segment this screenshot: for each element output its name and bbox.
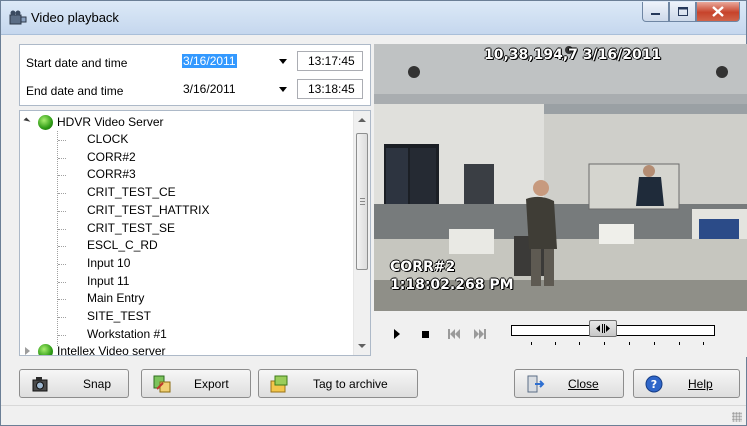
archive-tag-icon <box>270 375 288 393</box>
export-button[interactable]: Export <box>141 369 251 398</box>
slider-tick <box>703 342 704 345</box>
slider-tick <box>555 342 556 345</box>
close-icon <box>712 6 724 17</box>
snap-button[interactable]: Snap <box>19 369 129 398</box>
start-date-value: 3/16/2011 <box>182 54 237 68</box>
start-label: Start date and time <box>26 56 128 70</box>
video-camera-name: CORR#2 <box>390 259 456 275</box>
close-label: Close <box>568 377 599 391</box>
slider-tick <box>531 342 532 345</box>
start-date-picker[interactable]: 3/16/2011 <box>180 51 290 71</box>
slider-tick <box>604 342 605 345</box>
tree-item-label: Workstation #1 <box>87 326 167 341</box>
exit-door-icon <box>527 375 545 393</box>
tree-connector-branch <box>58 281 66 283</box>
tree-item-label: CRIT_TEST_HATTRIX <box>87 202 210 217</box>
chevron-down-icon[interactable] <box>279 87 287 92</box>
chevron-down-icon[interactable] <box>279 59 287 64</box>
slider-tick <box>629 342 630 345</box>
window-title: Video playback <box>31 10 119 25</box>
title-bar[interactable]: Video playback <box>1 1 746 35</box>
tree-connector-branch <box>58 263 66 265</box>
grip-icon <box>360 198 365 205</box>
expand-arrow-icon[interactable] <box>25 347 30 355</box>
tree-item-label: CLOCK <box>87 132 129 146</box>
end-label: End date and time <box>26 84 124 98</box>
tree-connector-branch <box>58 140 66 141</box>
help-label: Help <box>688 377 713 391</box>
end-date-picker[interactable]: 3/16/2011 <box>180 79 290 99</box>
app-icon <box>9 10 27 25</box>
tree-connector-branch <box>58 246 66 248</box>
tree-scrollbar[interactable] <box>353 111 370 355</box>
svg-text:?: ? <box>651 378 657 391</box>
end-date-value: 3/16/2011 <box>183 82 236 96</box>
tree-item-label: Input 11 <box>87 273 130 288</box>
tree-item-label: Input 10 <box>87 255 131 270</box>
help-button[interactable]: ? Help <box>633 369 740 398</box>
date-range-panel: Start date and time 3/16/2011 13:17:45 E… <box>19 44 371 106</box>
export-icon <box>153 375 171 393</box>
window-controls <box>642 2 740 23</box>
server-online-icon <box>38 344 53 355</box>
tree-root-label: Intellex Video server <box>57 344 166 356</box>
maximize-button[interactable] <box>669 2 696 22</box>
resize-grip-icon[interactable] <box>732 412 742 422</box>
play-icon[interactable] <box>394 329 400 339</box>
close-button[interactable]: Close <box>514 369 624 398</box>
tree-item-label: ESCL_C_RD <box>87 238 158 253</box>
start-time-field[interactable]: 13:17:45 <box>297 51 363 71</box>
tree-connector-branch <box>58 299 66 301</box>
skip-back-icon[interactable] <box>448 329 460 339</box>
collapse-arrow-icon[interactable] <box>23 117 31 125</box>
tree-connector-branch <box>58 317 66 318</box>
slider-tick <box>654 342 655 345</box>
tree-connector-branch <box>58 175 66 177</box>
slider-tick <box>679 342 680 345</box>
tree-item-label: CORR#3 <box>87 167 136 182</box>
scroll-up-icon[interactable] <box>358 118 366 122</box>
tree-item-label: CORR#2 <box>87 149 136 164</box>
status-bar <box>1 405 746 425</box>
scrollbar-thumb[interactable] <box>356 133 368 270</box>
close-window-button[interactable] <box>696 2 740 22</box>
end-row: End date and time 3/16/2011 13:18:45 <box>20 76 370 104</box>
slider-tick <box>579 342 580 345</box>
slider-grip-icon <box>595 324 610 333</box>
tree-item-label: SITE_TEST <box>87 309 152 323</box>
tree-connector-branch <box>58 193 66 195</box>
tree-root-label: HDVR Video Server <box>57 115 164 129</box>
camera-icon <box>32 377 48 392</box>
tree-item-label: Main Entry <box>87 291 145 306</box>
server-online-icon <box>38 115 53 130</box>
video-overlay-header: 10,38,194,7 3/16/2011 <box>484 47 662 63</box>
video-playback-window: Video playback Start date and time 3/16/… <box>0 0 747 426</box>
minimize-button[interactable] <box>642 2 669 22</box>
tree-root-intellex[interactable]: Intellex Video server <box>20 343 320 356</box>
export-label: Export <box>194 377 229 391</box>
scroll-down-icon[interactable] <box>358 344 366 348</box>
minimize-icon <box>651 13 660 15</box>
tag-to-archive-label: Tag to archive <box>313 377 388 391</box>
tree-item-label: CRIT_TEST_CE <box>87 185 176 200</box>
video-timestamp: 1:18:02.268 PM <box>390 277 514 293</box>
tag-to-archive-button[interactable]: Tag to archive <box>258 369 418 398</box>
help-icon: ? <box>645 375 663 393</box>
skip-forward-icon[interactable] <box>474 329 486 339</box>
start-row: Start date and time 3/16/2011 13:17:45 <box>20 48 370 76</box>
tree-connector-branch <box>58 334 66 336</box>
tree-connector-branch <box>58 228 66 230</box>
playback-controls <box>374 311 747 357</box>
slider-thumb[interactable] <box>588 320 617 337</box>
tree-root-hdvr[interactable]: HDVR Video Server <box>20 114 320 131</box>
camera-tree[interactable]: HDVR Video Server CLOCK CORR#2 CORR#3 CRIT_… <box>19 110 371 356</box>
stop-icon[interactable] <box>422 331 429 338</box>
video-view[interactable]: 10,38,194,7 3/16/2011 CORR#2 1:18:02.268… <box>374 44 747 311</box>
tree-connector-branch <box>58 210 66 212</box>
snap-label: Snap <box>83 377 112 391</box>
tree-item-label: CRIT_TEST_SE <box>87 220 176 235</box>
end-time-field[interactable]: 13:18:45 <box>297 79 363 99</box>
tree-connector-branch <box>58 157 66 159</box>
maximize-icon <box>677 7 688 16</box>
